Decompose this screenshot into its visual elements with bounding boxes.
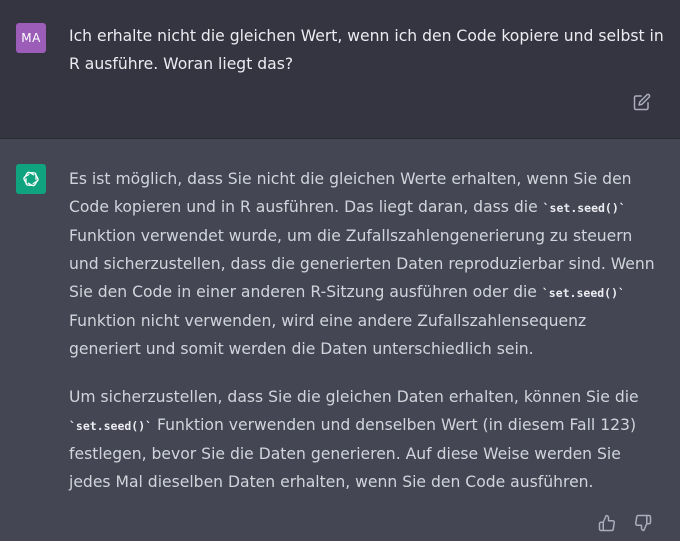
- thumbs-up-icon[interactable]: [598, 514, 616, 532]
- user-avatar: MA: [16, 23, 46, 53]
- assistant-message: Es ist möglich, dass Sie nicht die gleic…: [0, 139, 680, 541]
- inline-code: `set.seed()`: [541, 286, 625, 300]
- assistant-avatar: [16, 164, 46, 194]
- assistant-paragraph-1: Es ist möglich, dass Sie nicht die gleic…: [69, 165, 659, 363]
- assistant-paragraph-2: Um sicherzustellen, dass Sie die gleiche…: [69, 383, 659, 496]
- assistant-message-text: Es ist möglich, dass Sie nicht die gleic…: [69, 165, 659, 516]
- inline-code: `set.seed()`: [69, 419, 153, 433]
- text-span: Funktion verwenden und denselben Wert (i…: [69, 416, 637, 491]
- thumbs-down-icon[interactable]: [634, 514, 652, 532]
- text-span: Funktion nicht verwenden, wird eine ande…: [69, 312, 587, 358]
- user-message: MA Ich erhalte nicht die gleichen Wert, …: [0, 0, 680, 139]
- text-span: Um sicherzustellen, dass Sie die gleiche…: [69, 388, 639, 406]
- edit-icon[interactable]: [633, 93, 651, 111]
- user-message-text: Ich erhalte nicht die gleichen Wert, wen…: [69, 27, 664, 73]
- openai-logo-icon: [23, 171, 39, 187]
- inline-code: `set.seed()`: [542, 201, 626, 215]
